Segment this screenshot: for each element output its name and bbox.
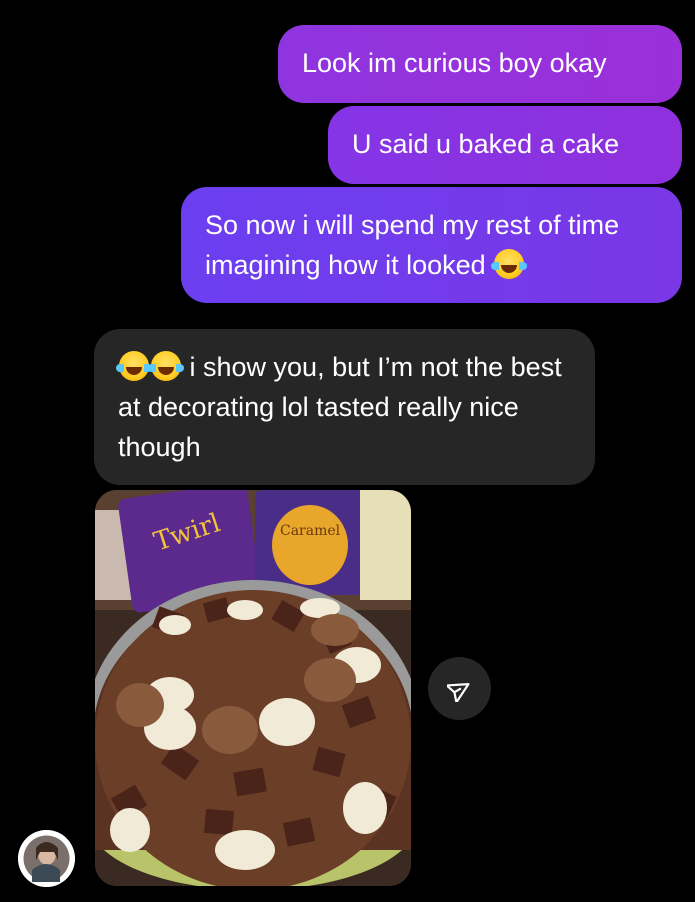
message-bubble-incoming[interactable]: i show you, but I’m not the best at deco… [94, 329, 595, 485]
message-text: Look im curious boy okay [302, 48, 607, 78]
face-with-tears-of-joy-icon [491, 249, 528, 279]
message-text: So now i will spend my rest of time imag… [205, 210, 620, 280]
message-bubble-outgoing[interactable]: So now i will spend my rest of time imag… [181, 187, 682, 303]
svg-text:Caramel: Caramel [280, 523, 341, 539]
message-bubble-outgoing[interactable]: U said u baked a cake [328, 106, 682, 184]
share-button[interactable] [428, 657, 491, 720]
contact-avatar[interactable] [18, 830, 75, 887]
paper-plane-share-icon [446, 682, 470, 702]
face-with-tears-of-joy-icon [148, 351, 184, 381]
face-with-tears-of-joy-icon [116, 351, 152, 381]
cake-photo[interactable]: Twirl Caramel [95, 490, 411, 886]
message-bubble-outgoing[interactable]: Look im curious boy okay [278, 25, 682, 103]
avatar-photo [18, 830, 75, 887]
message-text: U said u baked a cake [352, 129, 620, 159]
message-text: i show you, but I’m not the best at deco… [118, 352, 562, 462]
cake-photo-image: Twirl Caramel [95, 490, 411, 886]
